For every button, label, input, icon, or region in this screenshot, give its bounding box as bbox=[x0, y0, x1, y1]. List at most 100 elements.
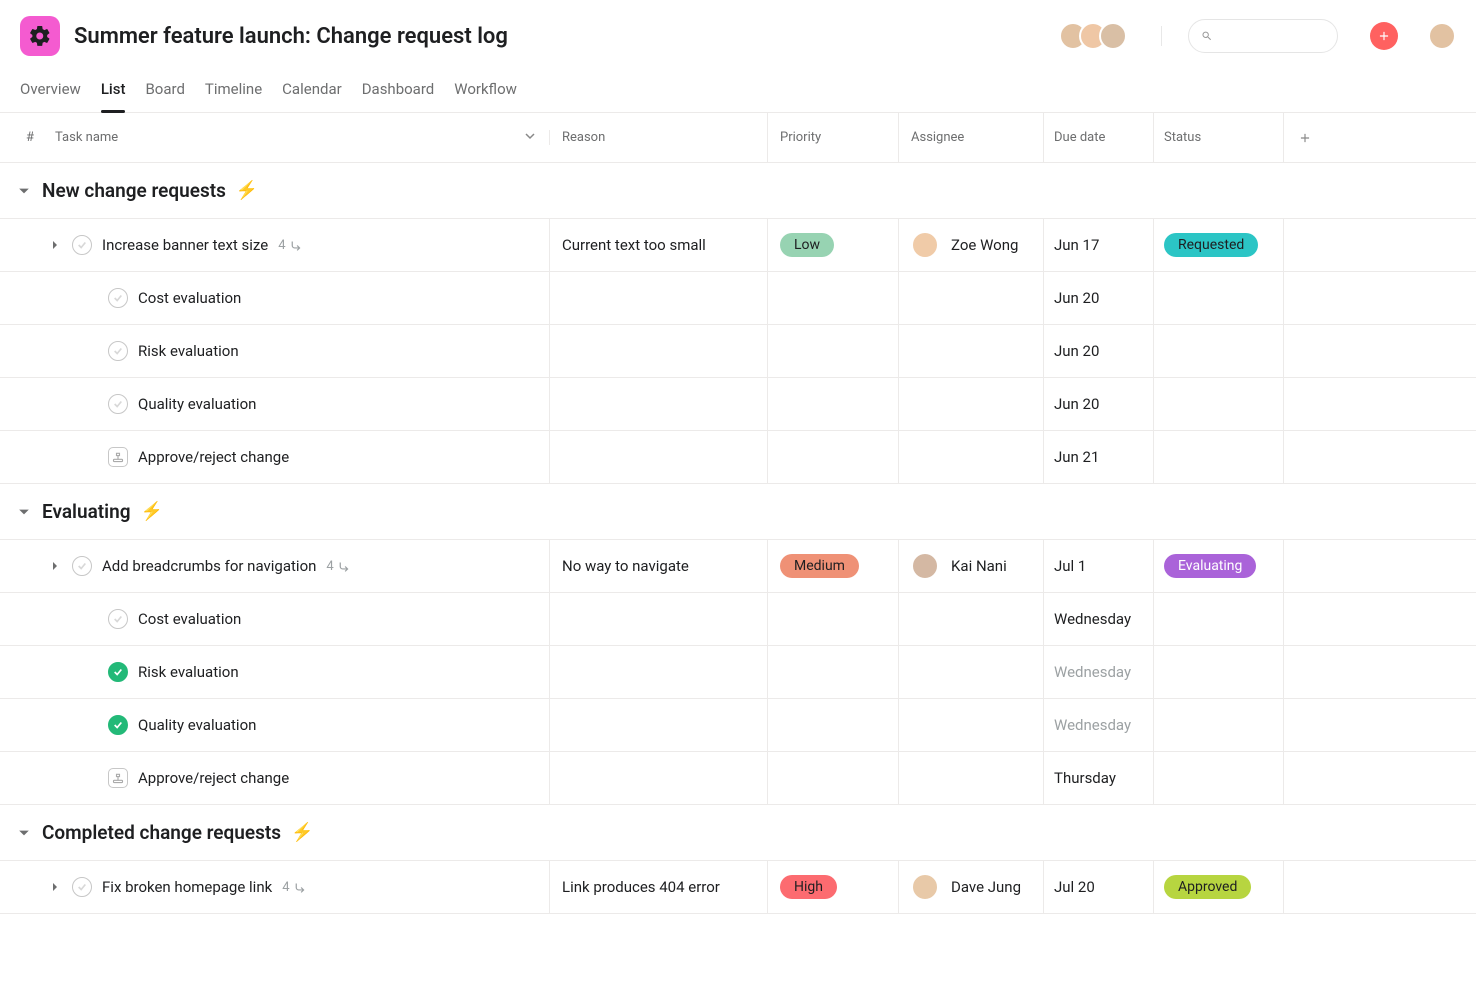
column-task-name[interactable]: Task name bbox=[40, 130, 550, 145]
complete-checkbox[interactable] bbox=[108, 288, 128, 308]
task-row[interactable]: Risk evaluationWednesday bbox=[0, 646, 1476, 699]
chevron-down-icon[interactable] bbox=[18, 827, 32, 839]
assignee-cell[interactable] bbox=[899, 699, 1044, 751]
tab-timeline[interactable]: Timeline bbox=[205, 72, 262, 112]
priority-cell[interactable] bbox=[768, 272, 899, 324]
search-box[interactable] bbox=[1188, 19, 1338, 53]
status-cell[interactable]: Requested bbox=[1154, 219, 1284, 271]
due-date-cell[interactable]: Jul 1 bbox=[1044, 540, 1154, 592]
complete-checkbox[interactable] bbox=[72, 877, 92, 897]
assignee-cell[interactable] bbox=[899, 272, 1044, 324]
priority-cell[interactable] bbox=[768, 752, 899, 804]
column-status[interactable]: Status bbox=[1154, 113, 1284, 162]
due-date-cell[interactable]: Wednesday bbox=[1044, 699, 1154, 751]
due-date-cell[interactable]: Wednesday bbox=[1044, 593, 1154, 645]
reason-cell[interactable] bbox=[550, 593, 768, 645]
status-cell[interactable] bbox=[1154, 378, 1284, 430]
task-row[interactable]: Cost evaluation Wednesday bbox=[0, 593, 1476, 646]
reason-cell[interactable] bbox=[550, 431, 768, 483]
complete-checkbox[interactable] bbox=[108, 394, 128, 414]
task-name-cell[interactable]: Increase banner text size4 bbox=[0, 219, 550, 271]
search-input[interactable] bbox=[1221, 28, 1325, 44]
due-date-cell[interactable]: Jun 20 bbox=[1044, 378, 1154, 430]
tab-calendar[interactable]: Calendar bbox=[282, 72, 342, 112]
tab-board[interactable]: Board bbox=[145, 72, 184, 112]
column-assignee[interactable]: Assignee bbox=[899, 113, 1044, 162]
priority-cell[interactable] bbox=[768, 699, 899, 751]
status-cell[interactable] bbox=[1154, 272, 1284, 324]
approval-icon[interactable] bbox=[108, 768, 128, 788]
user-avatar[interactable] bbox=[1428, 22, 1456, 50]
priority-cell[interactable] bbox=[768, 646, 899, 698]
task-row[interactable]: Increase banner text size4 Current text … bbox=[0, 219, 1476, 272]
task-name-cell[interactable]: Quality evaluation bbox=[0, 699, 550, 751]
task-row[interactable]: Quality evaluation Jun 20 bbox=[0, 378, 1476, 431]
status-cell[interactable] bbox=[1154, 699, 1284, 751]
assignee-cell[interactable]: Kai Nani bbox=[899, 540, 1044, 592]
due-date-cell[interactable]: Jun 21 bbox=[1044, 431, 1154, 483]
priority-cell[interactable]: Low bbox=[768, 219, 899, 271]
priority-cell[interactable] bbox=[768, 431, 899, 483]
add-button[interactable] bbox=[1370, 22, 1398, 50]
reason-cell[interactable] bbox=[550, 646, 768, 698]
task-row[interactable]: Cost evaluationJun 20 bbox=[0, 272, 1476, 325]
complete-checkbox[interactable] bbox=[72, 556, 92, 576]
column-reason[interactable]: Reason bbox=[550, 113, 768, 162]
approval-icon[interactable] bbox=[108, 447, 128, 467]
status-cell[interactable] bbox=[1154, 325, 1284, 377]
member-avatars[interactable] bbox=[1067, 22, 1127, 50]
complete-checkbox[interactable] bbox=[108, 662, 128, 682]
chevron-down-icon[interactable] bbox=[525, 130, 535, 145]
status-cell[interactable] bbox=[1154, 752, 1284, 804]
tab-overview[interactable]: Overview bbox=[20, 72, 81, 112]
complete-checkbox[interactable] bbox=[108, 715, 128, 735]
priority-cell[interactable]: Medium bbox=[768, 540, 899, 592]
column-due-date[interactable]: Due date bbox=[1044, 113, 1154, 162]
task-row[interactable]: Approve/reject change Thursday bbox=[0, 752, 1476, 805]
complete-checkbox[interactable] bbox=[108, 609, 128, 629]
chevron-right-icon[interactable] bbox=[50, 561, 62, 571]
avatar[interactable] bbox=[1099, 22, 1127, 50]
add-column-button[interactable] bbox=[1284, 113, 1476, 162]
task-row[interactable]: Add breadcrumbs for navigation4 No way t… bbox=[0, 540, 1476, 593]
task-name-cell[interactable]: Add breadcrumbs for navigation4 bbox=[0, 540, 550, 592]
priority-cell[interactable]: High bbox=[768, 861, 899, 913]
task-row[interactable]: Approve/reject change Jun 21 bbox=[0, 431, 1476, 484]
task-name-cell[interactable]: Quality evaluation bbox=[0, 378, 550, 430]
task-row[interactable]: Fix broken homepage link4 Link produces … bbox=[0, 861, 1476, 914]
task-name-cell[interactable]: Approve/reject change bbox=[0, 752, 550, 804]
assignee-cell[interactable]: Zoe Wong bbox=[899, 219, 1044, 271]
chevron-right-icon[interactable] bbox=[50, 240, 62, 250]
reason-cell[interactable] bbox=[550, 325, 768, 377]
task-name-cell[interactable]: Fix broken homepage link4 bbox=[0, 861, 550, 913]
column-priority[interactable]: Priority bbox=[768, 113, 899, 162]
priority-cell[interactable] bbox=[768, 378, 899, 430]
reason-cell[interactable] bbox=[550, 699, 768, 751]
due-date-cell[interactable]: Jun 17 bbox=[1044, 219, 1154, 271]
due-date-cell[interactable]: Jul 20 bbox=[1044, 861, 1154, 913]
reason-cell[interactable] bbox=[550, 752, 768, 804]
tab-dashboard[interactable]: Dashboard bbox=[362, 72, 435, 112]
status-cell[interactable]: Evaluating bbox=[1154, 540, 1284, 592]
due-date-cell[interactable]: Thursday bbox=[1044, 752, 1154, 804]
task-name-cell[interactable]: Cost evaluation bbox=[0, 593, 550, 645]
status-cell[interactable] bbox=[1154, 431, 1284, 483]
task-row[interactable]: Risk evaluationJun 20 bbox=[0, 325, 1476, 378]
assignee-cell[interactable] bbox=[899, 593, 1044, 645]
assignee-cell[interactable] bbox=[899, 646, 1044, 698]
section-header[interactable]: New change requests⚡ bbox=[0, 163, 1476, 219]
task-name-cell[interactable]: Approve/reject change bbox=[0, 431, 550, 483]
status-cell[interactable]: Approved bbox=[1154, 861, 1284, 913]
priority-cell[interactable] bbox=[768, 593, 899, 645]
tab-workflow[interactable]: Workflow bbox=[454, 72, 517, 112]
section-header[interactable]: Completed change requests⚡ bbox=[0, 805, 1476, 861]
reason-cell[interactable]: Current text too small bbox=[550, 219, 768, 271]
assignee-cell[interactable]: Dave Jung bbox=[899, 861, 1044, 913]
chevron-right-icon[interactable] bbox=[50, 882, 62, 892]
reason-cell[interactable] bbox=[550, 272, 768, 324]
task-name-cell[interactable]: Cost evaluation bbox=[0, 272, 550, 324]
due-date-cell[interactable]: Wednesday bbox=[1044, 646, 1154, 698]
chevron-down-icon[interactable] bbox=[18, 185, 32, 197]
section-header[interactable]: Evaluating⚡ bbox=[0, 484, 1476, 540]
reason-cell[interactable] bbox=[550, 378, 768, 430]
